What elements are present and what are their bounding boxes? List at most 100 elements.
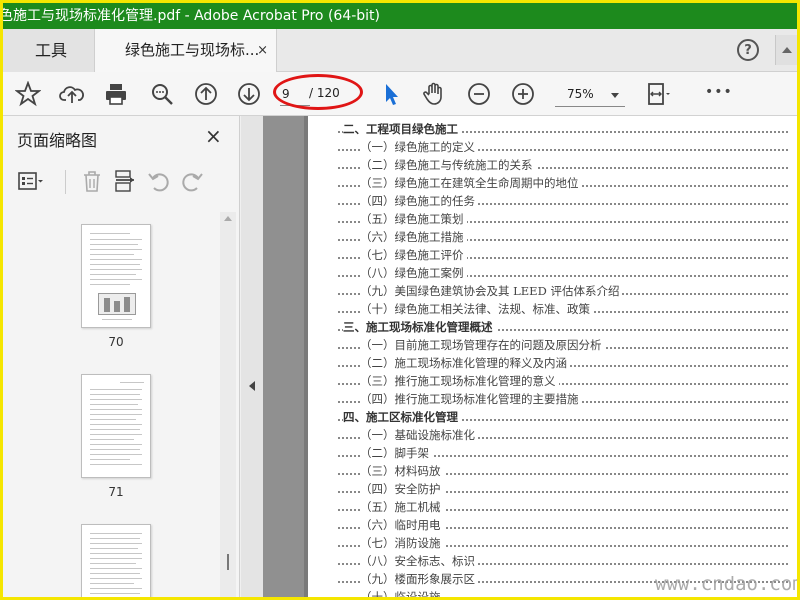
page-thumbnail[interactable] — [81, 224, 151, 328]
toc-entry[interactable]: 二、工程项目绿色施工 — [338, 120, 788, 138]
toc-entry[interactable]: （九）美国绿色建筑协会及其 LEED 评估体系介绍 — [338, 282, 788, 300]
more-tools-icon[interactable]: ••• — [705, 84, 733, 100]
tab-document-label: 绿色施工与现场标... — [125, 41, 260, 59]
title-bar: 色施工与现场标准化管理.pdf - Adobe Acrobat Pro (64-… — [3, 3, 797, 29]
toc-entry-text: （九）美国绿色建筑协会及其 LEED 评估体系介绍 — [360, 284, 623, 298]
close-panel-icon[interactable]: × — [205, 124, 222, 148]
zoom-dropdown[interactable]: 75% — [555, 85, 625, 107]
pdf-page: 二、工程项目绿色施工 （一）绿色施工的定义 （二）绿色施工与传统施工的关系 （三）绿色… — [304, 116, 797, 597]
scrollbar-grip[interactable] — [227, 554, 229, 570]
toc-entry[interactable]: （五）绿色施工策划 — [338, 210, 788, 228]
rotate-left-icon[interactable] — [146, 168, 172, 194]
toc-entry-text: （十）临设设施 — [360, 590, 444, 597]
toc-entry[interactable]: （七）消防设施 — [338, 534, 788, 552]
toc-entry-text: （八）绿色施工案例 — [360, 266, 467, 280]
toc-entry[interactable]: 三、施工现场标准化管理概述 — [338, 318, 788, 336]
thumbnail-label: 71 — [108, 485, 124, 499]
toc-entry[interactable]: 四、施工区标准化管理 — [338, 408, 788, 426]
toc-entry-text: （三）材料码放 — [360, 464, 444, 478]
thumbnail-options-icon[interactable] — [17, 168, 43, 194]
toc-entry-text: （四）绿色施工的任务 — [360, 194, 478, 208]
select-cursor-icon[interactable] — [378, 81, 404, 107]
panel-toolbar — [3, 164, 240, 200]
toc-entry[interactable]: （三）绿色施工在建筑全生命周期中的地位 — [338, 174, 788, 192]
toc-entry[interactable]: （六）临时用电 — [338, 516, 788, 534]
toc-entry[interactable]: （八）绿色施工案例 — [338, 264, 788, 282]
toc-entry[interactable]: （一）基础设施标准化 — [338, 426, 788, 444]
thumbnail-scrollbar[interactable] — [220, 212, 236, 597]
previous-page-icon[interactable] — [193, 81, 219, 107]
toc-entry-text: （一）绿色施工的定义 — [360, 140, 478, 154]
toc-entry-text: （二）脚手架 — [360, 446, 432, 460]
zoom-out-icon[interactable] — [466, 81, 492, 107]
toc-entry-text: （七）绿色施工评价 — [360, 248, 467, 262]
main-toolbar: / 120 75% ••• — [3, 72, 797, 116]
toc-entry-text: （三）推行施工现场标准化管理的意义 — [360, 374, 559, 388]
tab-tools[interactable]: 工具 — [3, 29, 95, 72]
panel-title: 页面缩略图 — [17, 131, 98, 150]
hand-tool-icon[interactable] — [421, 81, 447, 107]
toc-entry[interactable]: （二）脚手架 — [338, 444, 788, 462]
toc-entry[interactable]: （四）安全防护 — [338, 480, 788, 498]
thumbnail-panel: 页面缩略图 × 70 71 — [3, 116, 240, 597]
toc-entry-text: （十）绿色施工相关法律、法规、标准、政策 — [360, 302, 593, 316]
delete-page-icon[interactable] — [79, 168, 105, 194]
toc-entry[interactable]: （四）推行施工现场标准化管理的主要措施 — [338, 390, 788, 408]
page-thumbnail[interactable] — [81, 374, 151, 478]
acrobat-window: 色施工与现场标准化管理.pdf - Adobe Acrobat Pro (64-… — [3, 3, 797, 597]
chevron-down-icon — [611, 93, 619, 98]
toc-entry[interactable]: （三）材料码放 — [338, 462, 788, 480]
toc-entry[interactable]: （二）施工现场标准化管理的释义及内涵 — [338, 354, 788, 372]
page-thumbnail[interactable] — [81, 524, 151, 597]
toc-entry-text: （九）楼面形象展示区 — [360, 572, 478, 586]
toc-entry-text: （五）绿色施工策划 — [360, 212, 467, 226]
toc-entry-text: （一）目前施工现场管理存在的问题及原因分析 — [360, 338, 605, 352]
thumbnail-label: 70 — [108, 335, 124, 349]
toc-entry-text: 四、施工区标准化管理 — [343, 410, 461, 424]
toc-entry[interactable]: （一）目前施工现场管理存在的问题及原因分析 — [338, 336, 788, 354]
toc-entry-text: （六）临时用电 — [360, 518, 444, 532]
toc-entry-text: （七）消防设施 — [360, 536, 444, 550]
toc-entry-text: （五）施工机械 — [360, 500, 444, 514]
zoom-in-icon[interactable] — [510, 81, 536, 107]
scroll-up-button[interactable] — [775, 35, 797, 65]
toc-entry[interactable]: （一）绿色施工的定义 — [338, 138, 788, 156]
toolbar-divider — [65, 170, 66, 194]
tab-document[interactable]: 绿色施工与现场标... × — [95, 29, 277, 72]
cloud-upload-icon[interactable] — [59, 81, 85, 107]
search-icon[interactable] — [149, 81, 175, 107]
toc-entry[interactable]: （二）绿色施工与传统施工的关系 — [338, 156, 788, 174]
scroll-up-arrow[interactable] — [224, 216, 232, 221]
toc-entry-text: （四）安全防护 — [360, 482, 444, 496]
zoom-value: 75% — [567, 87, 594, 101]
next-page-icon[interactable] — [236, 81, 262, 107]
toc-entry[interactable]: （十）绿色施工相关法律、法规、标准、政策 — [338, 300, 788, 318]
document-view[interactable]: 二、工程项目绿色施工 （一）绿色施工的定义 （二）绿色施工与传统施工的关系 （三）绿色… — [263, 116, 797, 597]
toc-entry[interactable]: （六）绿色施工措施 — [338, 228, 788, 246]
insert-page-icon[interactable] — [112, 168, 138, 194]
toc-entry[interactable]: （四）绿色施工的任务 — [338, 192, 788, 210]
site-watermark: www.cndao.com — [655, 573, 797, 595]
help-icon[interactable]: ? — [737, 39, 759, 61]
fit-page-icon[interactable] — [645, 81, 671, 107]
toc-entry-text: （二）施工现场标准化管理的释义及内涵 — [360, 356, 570, 370]
star-icon[interactable] — [14, 80, 42, 107]
toc-entry-text: （六）绿色施工措施 — [360, 230, 467, 244]
toc-entry[interactable]: （五）施工机械 — [338, 498, 788, 516]
toc-entry-text: 三、施工现场标准化管理概述 — [343, 320, 496, 334]
toc-entry[interactable]: （八）安全标志、标识 — [338, 552, 788, 570]
toc-entry[interactable]: （七）绿色施工评价 — [338, 246, 788, 264]
toc-entry-text: （三）绿色施工在建筑全生命周期中的地位 — [360, 176, 582, 190]
rotate-right-icon[interactable] — [179, 168, 205, 194]
toc-entry-text: （一）基础设施标准化 — [360, 428, 478, 442]
toc-entry-text: （二）绿色施工与传统施工的关系 — [360, 158, 536, 172]
page-shadow — [304, 116, 308, 597]
close-tab-icon[interactable]: × — [257, 29, 268, 72]
collapse-panel-handle[interactable] — [241, 116, 263, 597]
print-icon[interactable] — [103, 81, 129, 107]
toc-entry-text: （八）安全标志、标识 — [360, 554, 478, 568]
toc-entry[interactable]: （三）推行施工现场标准化管理的意义 — [338, 372, 788, 390]
table-of-contents: 二、工程项目绿色施工 （一）绿色施工的定义 （二）绿色施工与传统施工的关系 （三）绿色… — [338, 120, 788, 597]
toc-entry-text: （四）推行施工现场标准化管理的主要措施 — [360, 392, 582, 406]
toc-entry-text: 二、工程项目绿色施工 — [343, 122, 461, 136]
